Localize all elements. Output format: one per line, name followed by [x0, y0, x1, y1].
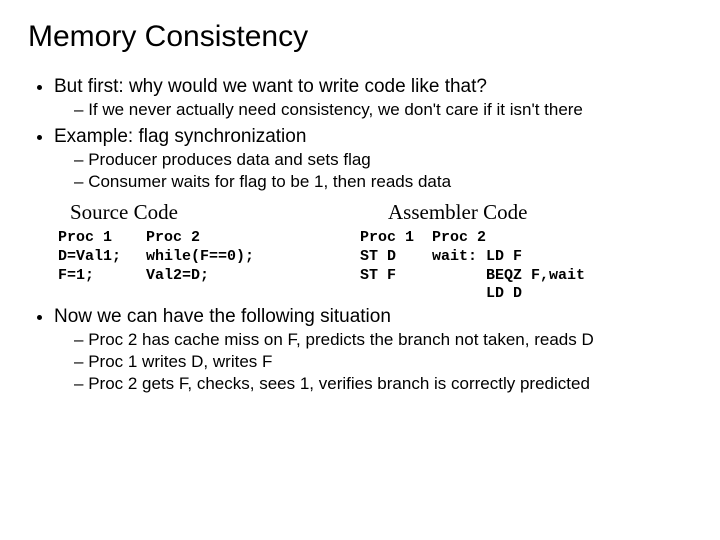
asm-p1-header: Proc 1	[360, 229, 432, 248]
asm-p2-l1: wait: LD F	[432, 248, 692, 267]
asm-p2-header: Proc 2	[432, 229, 692, 248]
bullet-2-sub2: Consumer waits for flag to be 1, then re…	[74, 172, 692, 192]
code-columns: Source Code Proc 1 Proc 2 D=Val1; while(…	[28, 200, 692, 304]
bullet-3-sub3: Proc 2 gets F, checks, sees 1, verifies …	[74, 374, 692, 394]
src-p2-header: Proc 2	[146, 229, 360, 248]
slide: Memory Consistency But first: why would …	[0, 0, 720, 394]
bullet-1-sub1: If we never actually need consistency, w…	[74, 100, 692, 120]
asm-p1-l1: ST D	[360, 248, 432, 267]
src-p1-l2: F=1;	[58, 267, 146, 286]
asm-p1-l2: ST F	[360, 267, 432, 286]
bullet-3-text: Now we can have the following situation	[54, 306, 391, 327]
assembler-code-grid: Proc 1 Proc 2 ST D wait: LD F ST F BEQZ …	[360, 229, 692, 304]
page-title: Memory Consistency	[28, 20, 692, 54]
source-code-column: Source Code Proc 1 Proc 2 D=Val1; while(…	[28, 200, 360, 304]
bullet-3-sub2: Proc 1 writes D, writes F	[74, 352, 692, 372]
bullet-1: But first: why would we want to write co…	[54, 76, 692, 120]
assembler-code-column: Assembler Code Proc 1 Proc 2 ST D wait: …	[360, 200, 692, 304]
asm-p2-l2: BEQZ F,wait	[432, 267, 692, 286]
src-p2-l1: while(F==0);	[146, 248, 360, 267]
source-code-label: Source Code	[58, 200, 360, 225]
asm-p1-l3	[360, 285, 432, 304]
bullets-top: But first: why would we want to write co…	[28, 76, 692, 192]
bullet-3-sub1: Proc 2 has cache miss on F, predicts the…	[74, 330, 692, 350]
assembler-code-label: Assembler Code	[360, 200, 692, 225]
bullets-bottom: Now we can have the following situation …	[28, 306, 692, 394]
asm-p2-l3: LD D	[432, 285, 692, 304]
bullet-1-text: But first: why would we want to write co…	[54, 76, 487, 97]
src-p2-l2: Val2=D;	[146, 267, 360, 286]
bullet-2-text: Example: flag synchronization	[54, 126, 306, 147]
src-p1-l1: D=Val1;	[58, 248, 146, 267]
bullet-3: Now we can have the following situation …	[54, 306, 692, 394]
bullet-2-sub1: Producer produces data and sets flag	[74, 150, 692, 170]
bullet-2: Example: flag synchronization Producer p…	[54, 126, 692, 192]
source-code-grid: Proc 1 Proc 2 D=Val1; while(F==0); F=1; …	[58, 229, 360, 285]
src-p1-header: Proc 1	[58, 229, 146, 248]
